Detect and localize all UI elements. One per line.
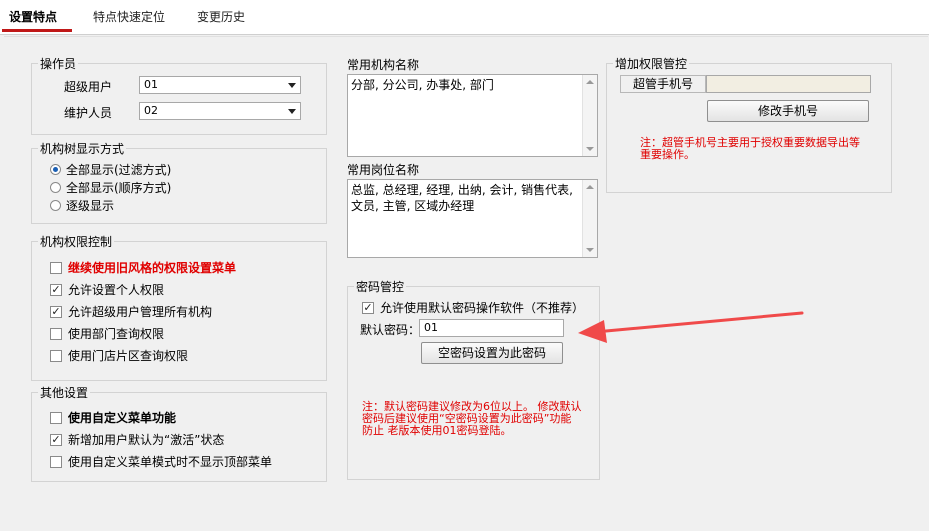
post-names-scrollbar[interactable] bbox=[582, 180, 597, 257]
checkbox-unchecked-icon bbox=[50, 261, 62, 274]
org-names-value: 分部, 分公司, 办事处, 部门 bbox=[351, 78, 494, 92]
chevron-down-icon bbox=[288, 83, 296, 88]
radio-sequential-mode-label: 全部显示(顺序方式) bbox=[66, 181, 172, 195]
scroll-up-icon[interactable] bbox=[586, 80, 594, 84]
checkbox-allow-default-password-label: 允许使用默认密码操作软件（不推荐） bbox=[380, 301, 585, 315]
checkbox-hide-top-menu-label: 使用自定义菜单模式时不显示顶部菜单 bbox=[68, 455, 273, 469]
org-tree-group: 机构树显示方式 全部显示(过滤方式) 全部显示(顺序方式) 逐级显示 bbox=[31, 140, 327, 224]
checkbox-custom-menu[interactable]: 使用自定义菜单功能 bbox=[50, 409, 176, 426]
scroll-up-icon[interactable] bbox=[586, 185, 594, 189]
checkbox-checked-icon: ✓ bbox=[50, 282, 62, 296]
radio-sequential-mode[interactable]: 全部显示(顺序方式) bbox=[50, 179, 171, 196]
scroll-down-icon[interactable] bbox=[586, 248, 594, 252]
phone-note: 注：超管手机号主要用于授权重要数据导出等重要操作。 bbox=[640, 136, 860, 161]
org-names-title: 常用机构名称 bbox=[347, 58, 420, 72]
scroll-down-icon[interactable] bbox=[586, 147, 594, 151]
chevron-down-icon bbox=[288, 109, 296, 114]
checkbox-checked-icon: ✓ bbox=[50, 304, 62, 318]
checkbox-new-user-active[interactable]: ✓ 新增加用户默认为“激活”状态 bbox=[50, 431, 224, 448]
red-arrow-shaft bbox=[604, 311, 804, 333]
post-names-value: 总监, 总经理, 经理, 出纳, 会计, 销售代表, 文员, 主管, 区域办经理 bbox=[351, 183, 573, 213]
checkbox-personal-permission[interactable]: ✓ 允许设置个人权限 bbox=[50, 281, 164, 298]
checkbox-store-area-query-label: 使用门店片区查询权限 bbox=[68, 349, 189, 363]
tab-change-history[interactable]: 变更历史 bbox=[197, 8, 245, 25]
password-note: 注：默认密码建议修改为6位以上。 修改默认密码后建议使用“空密码设置为此密码”功… bbox=[362, 400, 582, 437]
checkbox-super-manage-all-label: 允许超级用户管理所有机构 bbox=[68, 305, 213, 319]
checkbox-unchecked-icon bbox=[50, 411, 62, 424]
default-password-input[interactable]: 01 bbox=[419, 319, 564, 337]
org-permission-group-title: 机构权限控制 bbox=[38, 233, 115, 250]
maintainer-label: 维护人员 bbox=[64, 106, 113, 120]
org-tree-group-title: 机构树显示方式 bbox=[38, 140, 127, 157]
checkbox-custom-menu-label: 使用自定义菜单功能 bbox=[68, 411, 177, 425]
checkbox-old-style-menu[interactable]: 继续使用旧风格的权限设置菜单 bbox=[50, 259, 236, 276]
extra-permission-group: 增加权限管控 超管手机号 修改手机号 注：超管手机号主要用于授权重要数据导出等重… bbox=[606, 55, 892, 193]
maintainer-value: 02 bbox=[144, 104, 158, 117]
password-group: 密码管控 ✓ 允许使用默认密码操作软件（不推荐） 默认密码： 01 空密码设置为… bbox=[347, 278, 600, 480]
super-user-label: 超级用户 bbox=[64, 80, 113, 94]
red-arrow-head bbox=[578, 320, 607, 343]
org-names-textarea[interactable]: 分部, 分公司, 办事处, 部门 bbox=[347, 74, 598, 157]
operator-group: 操作员 超级用户 01 维护人员 02 bbox=[31, 55, 327, 135]
set-empty-password-button[interactable]: 空密码设置为此密码 bbox=[421, 342, 563, 364]
default-password-value: 01 bbox=[424, 321, 438, 334]
checkbox-store-area-query[interactable]: 使用门店片区查询权限 bbox=[50, 347, 188, 364]
default-password-label: 默认密码： bbox=[360, 323, 421, 337]
checkbox-allow-default-password[interactable]: ✓ 允许使用默认密码操作软件（不推荐） bbox=[362, 299, 584, 316]
other-settings-group: 其他设置 使用自定义菜单功能 ✓ 新增加用户默认为“激活”状态 使用自定义菜单模… bbox=[31, 384, 327, 482]
checkbox-unchecked-icon bbox=[50, 349, 62, 362]
checkbox-personal-permission-label: 允许设置个人权限 bbox=[68, 283, 165, 297]
super-phone-label: 超管手机号 bbox=[620, 75, 706, 93]
org-names-scrollbar[interactable] bbox=[582, 75, 597, 156]
extra-permission-group-title: 增加权限管控 bbox=[613, 55, 690, 72]
checkbox-checked-icon: ✓ bbox=[50, 432, 62, 446]
maintainer-select[interactable]: 02 bbox=[139, 102, 301, 120]
checkbox-new-user-active-label: 新增加用户默认为“激活”状态 bbox=[68, 433, 225, 447]
modify-phone-button[interactable]: 修改手机号 bbox=[707, 100, 869, 122]
super-user-select[interactable]: 01 bbox=[139, 76, 301, 94]
radio-level-mode-label: 逐级显示 bbox=[66, 199, 115, 213]
operator-group-title: 操作员 bbox=[38, 55, 79, 72]
checkbox-checked-icon: ✓ bbox=[362, 300, 374, 314]
active-tab-indicator bbox=[2, 29, 72, 32]
tab-settings[interactable]: 设置特点 bbox=[9, 8, 57, 25]
checkbox-super-manage-all[interactable]: ✓ 允许超级用户管理所有机构 bbox=[50, 303, 212, 320]
other-settings-group-title: 其他设置 bbox=[38, 384, 91, 401]
post-names-textarea[interactable]: 总监, 总经理, 经理, 出纳, 会计, 销售代表, 文员, 主管, 区域办经理 bbox=[347, 179, 598, 258]
red-arrow-icon bbox=[578, 311, 804, 343]
password-group-title: 密码管控 bbox=[354, 278, 407, 295]
super-user-value: 01 bbox=[144, 78, 158, 91]
checkbox-dept-query[interactable]: 使用部门查询权限 bbox=[50, 325, 164, 342]
radio-level-mode[interactable]: 逐级显示 bbox=[50, 197, 114, 214]
org-permission-group: 机构权限控制 继续使用旧风格的权限设置菜单 ✓ 允许设置个人权限 ✓ 允许超级用… bbox=[31, 233, 327, 381]
tab-bar: 设置特点 特点快速定位 变更历史 bbox=[0, 0, 929, 35]
super-phone-input[interactable] bbox=[706, 75, 871, 93]
checkbox-unchecked-icon bbox=[50, 327, 62, 340]
radio-unselected-icon bbox=[50, 182, 61, 193]
radio-unselected-icon bbox=[50, 200, 61, 211]
radio-filter-mode[interactable]: 全部显示(过滤方式) bbox=[50, 161, 171, 178]
radio-selected-icon bbox=[50, 164, 61, 175]
checkbox-old-style-menu-label: 继续使用旧风格的权限设置菜单 bbox=[68, 261, 237, 275]
checkbox-unchecked-icon bbox=[50, 455, 62, 468]
radio-filter-mode-label: 全部显示(过滤方式) bbox=[66, 163, 172, 177]
post-names-title: 常用岗位名称 bbox=[347, 163, 420, 177]
checkbox-hide-top-menu[interactable]: 使用自定义菜单模式时不显示顶部菜单 bbox=[50, 453, 272, 470]
tab-quick-locate[interactable]: 特点快速定位 bbox=[93, 8, 165, 25]
checkbox-dept-query-label: 使用部门查询权限 bbox=[68, 327, 165, 341]
